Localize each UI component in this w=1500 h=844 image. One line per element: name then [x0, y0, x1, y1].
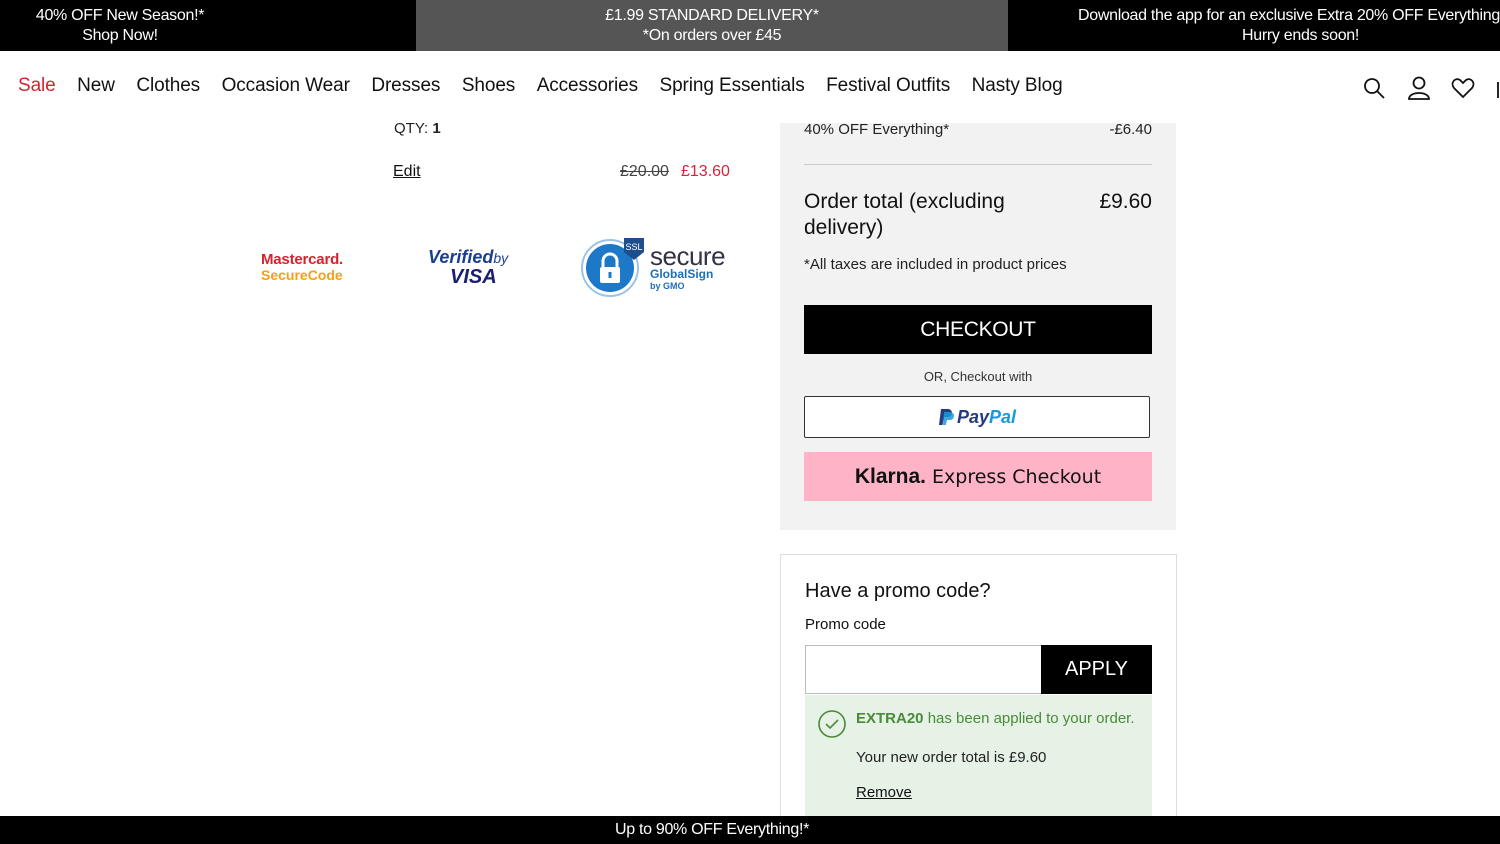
- nav-item-shoes[interactable]: Shoes: [462, 75, 515, 97]
- klarna-express-checkout-button[interactable]: Klarna. Express Checkout: [804, 452, 1152, 501]
- promo-code-label: Promo code: [805, 616, 886, 633]
- discount-label: 40% OFF Everything*: [804, 121, 950, 138]
- check-circle-icon: [818, 710, 846, 738]
- discount-value: -£6.40: [1109, 121, 1152, 138]
- paypal-part2: Pal: [989, 406, 1017, 427]
- promo-code-input[interactable]: [805, 645, 1041, 694]
- nav-item-clothes[interactable]: Clothes: [136, 75, 200, 97]
- secure-text: secure: [650, 240, 726, 271]
- by-word: by: [493, 249, 509, 266]
- promo-success-message: EXTRA20 has been applied to your order. …: [805, 695, 1152, 825]
- nav-item-spring-essentials[interactable]: Spring Essentials: [660, 75, 805, 97]
- edit-item-link[interactable]: Edit: [393, 163, 421, 181]
- promo-delivery[interactable]: £1.99 STANDARD DELIVERY* *On orders over…: [416, 0, 1008, 51]
- apply-button[interactable]: APPLY: [1041, 645, 1152, 694]
- securecode-text: SecureCode: [261, 266, 343, 283]
- klarna-label: Express Checkout: [932, 465, 1102, 488]
- nav-item-nasty-blog[interactable]: Nasty Blog: [972, 75, 1063, 97]
- promo-strip: 40% OFF New Season!* Shop Now! £1.99 STA…: [0, 0, 1500, 51]
- nav-item-dresses[interactable]: Dresses: [371, 75, 440, 97]
- sale-price: £13.60: [681, 163, 730, 180]
- promo-left-line2: Shop Now!: [82, 26, 158, 44]
- qty-value: 1: [432, 120, 441, 137]
- order-total-label: Order total (excluding delivery): [804, 190, 1005, 239]
- wishlist-heart-icon[interactable]: [1451, 75, 1475, 101]
- promo-applied-text: EXTRA20 has been applied to your order.: [856, 709, 1136, 729]
- mastercard-securecode-logo: Mastercard. SecureCode: [261, 236, 343, 298]
- checkout-with-text: OR, Checkout with: [923, 369, 1033, 384]
- nav-menu: Sale New Clothes Occasion Wear Dresses S…: [18, 75, 1084, 97]
- quantity: QTY: 1: [394, 120, 441, 137]
- paypal-wordmark: PayPal: [957, 407, 1016, 428]
- klarna-logo: Klarna.: [854, 464, 927, 488]
- summary-divider: [804, 164, 1152, 165]
- bag-icon[interactable]: [1496, 75, 1500, 101]
- nav-item-accessories[interactable]: Accessories: [537, 75, 638, 97]
- promo-applied-message: has been applied to your order.: [923, 710, 1135, 727]
- gmo-text: by GMO: [650, 280, 685, 291]
- promo-title: Have a promo code?: [805, 580, 991, 602]
- main-nav: Sale New Clothes Occasion Wear Dresses S…: [0, 51, 1500, 123]
- discount-row: 40% OFF Everything* -£6.40: [804, 121, 1152, 138]
- promo-new-season[interactable]: 40% OFF New Season!* Shop Now!: [0, 0, 416, 51]
- promo-code-name: EXTRA20: [856, 710, 924, 727]
- promo-left-line1: 40% OFF New Season!*: [35, 6, 205, 24]
- promo-app-download[interactable]: Download the app for an exclusive Extra …: [1008, 0, 1500, 51]
- verified-text: Verifiedby: [428, 248, 508, 267]
- bottom-promo-bar[interactable]: Up to 90% OFF Everything!*: [0, 816, 1500, 844]
- ssl-lock-icon: SSL: [581, 238, 644, 297]
- tax-note: *All taxes are included in product price…: [804, 256, 1067, 273]
- original-price: £20.00: [620, 163, 669, 180]
- bottom-promo-text: Up to 90% OFF Everything!*: [614, 821, 810, 838]
- promo-center-line2: *On orders over £45: [642, 26, 782, 44]
- paypal-p-icon: [938, 409, 954, 425]
- order-summary: 40% OFF Everything* -£6.40 Order total (…: [780, 121, 1176, 530]
- nav-item-festival-outfits[interactable]: Festival Outfits: [826, 75, 950, 97]
- visa-text: VISA: [450, 265, 497, 288]
- paypal-part1: Pay: [956, 406, 989, 427]
- ssl-text-block: secure GlobalSign by GMO: [650, 240, 726, 291]
- nav-item-occasion-wear[interactable]: Occasion Wear: [222, 75, 350, 97]
- promo-center-line1: £1.99 STANDARD DELIVERY*: [605, 6, 819, 24]
- account-icon[interactable]: [1407, 75, 1431, 101]
- nav-item-sale[interactable]: Sale: [18, 75, 56, 97]
- promo-code-box: Have a promo code? Promo code APPLY EXTR…: [780, 554, 1177, 844]
- paypal-button[interactable]: PayPal: [804, 396, 1150, 438]
- mastercard-text: Mastercard.: [261, 250, 344, 268]
- promo-right-line2: Hurry ends soon!: [1242, 26, 1360, 44]
- new-order-total: Your new order total is £9.60: [856, 749, 1047, 766]
- ssl-secure-globalsign-logo: SSL secure GlobalSign by GMO: [580, 236, 726, 298]
- qty-label: QTY:: [394, 120, 429, 137]
- promo-right-line1: Download the app for an exclusive Extra …: [1078, 6, 1500, 24]
- verified-word: Verified: [428, 246, 494, 267]
- verified-by-visa-logo: Verifiedby VISA: [428, 236, 508, 298]
- remove-promo-link[interactable]: Remove: [856, 784, 912, 801]
- checkout-button[interactable]: CHECKOUT: [804, 305, 1152, 354]
- order-total-value: £9.60: [1099, 190, 1152, 213]
- nav-icons: [1362, 75, 1500, 101]
- search-icon[interactable]: [1362, 75, 1386, 101]
- ssl-badge-text: SSL: [625, 242, 642, 252]
- nav-item-new[interactable]: New: [77, 75, 115, 97]
